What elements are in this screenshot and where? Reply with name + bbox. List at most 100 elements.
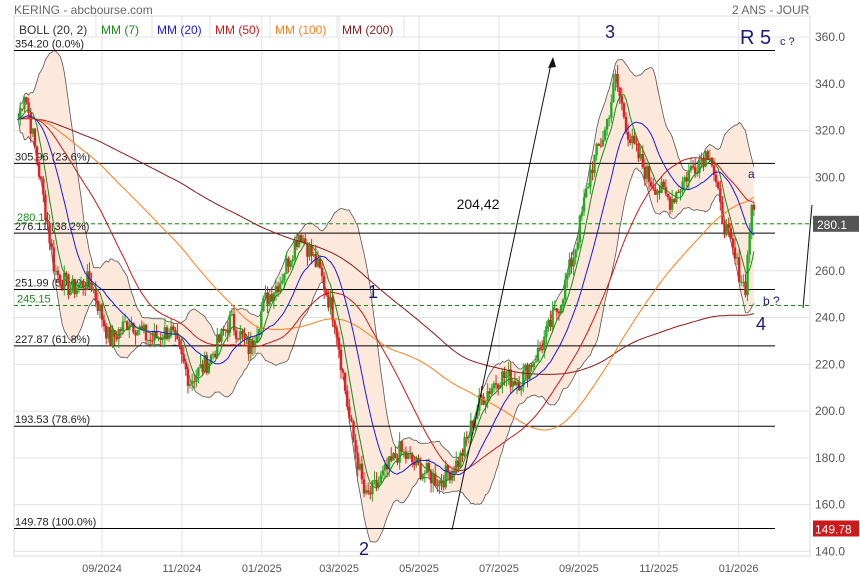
candle-body (216, 334, 219, 358)
candle-body (182, 354, 185, 362)
candle-body (526, 364, 529, 379)
y-tick-label: 300.0 (815, 170, 845, 184)
candle-body (222, 328, 225, 331)
candle-body (283, 273, 286, 281)
candle-body (371, 480, 374, 495)
candle-body (23, 97, 26, 109)
candle-body (232, 313, 236, 331)
candle-body (635, 143, 638, 145)
candle-body (457, 460, 460, 468)
x-tick-label: 11/2025 (639, 563, 678, 575)
candle-body (578, 215, 582, 243)
wave-b-label: b ? (763, 294, 780, 308)
candle-body (270, 294, 273, 301)
candle-body (431, 473, 435, 484)
x-tick-label: 09/2025 (559, 563, 599, 575)
candle-body (700, 159, 703, 161)
fib-label: 227.87 (61.8%) (15, 334, 90, 346)
candle-body (136, 329, 139, 336)
candle-body (21, 108, 24, 110)
candle-body (44, 194, 47, 221)
legend-mm100: MM (100) (275, 23, 327, 37)
candle-body (461, 452, 464, 456)
legend-mm50: MM (50) (215, 23, 260, 37)
candle-body (530, 364, 533, 368)
candle-body (33, 128, 37, 147)
candle-body (239, 330, 242, 340)
candle-body (306, 243, 309, 257)
candle-body (750, 204, 753, 232)
candle-body (683, 177, 686, 182)
candle-body (744, 281, 747, 296)
candle-body (109, 327, 112, 346)
candle-body (123, 321, 127, 323)
candle-body (42, 178, 45, 195)
price-chart[interactable]: 140.0160.0180.0200.0220.0240.0260.0280.0… (0, 0, 860, 580)
candle-body (201, 364, 204, 372)
candle-body (725, 224, 728, 235)
candle-body (348, 406, 351, 418)
candle-body (459, 452, 462, 468)
candle-body (146, 339, 150, 341)
candle-body (549, 319, 552, 327)
candle-body (626, 131, 630, 140)
candle-body (58, 274, 62, 284)
candle-body (679, 190, 682, 193)
candle-body (618, 87, 621, 97)
candle-body (119, 329, 123, 332)
candle-body (735, 257, 739, 259)
candle-body (599, 145, 603, 147)
candle-body (729, 228, 732, 239)
candle-body (748, 231, 751, 255)
candle-body (545, 326, 548, 337)
candle-body (71, 278, 74, 291)
x-tick-label: 07/2025 (479, 563, 519, 575)
candle-body (299, 235, 303, 242)
candle-body (102, 319, 106, 327)
candle-body (731, 238, 735, 248)
candle-body (452, 470, 456, 473)
candle-body (404, 451, 408, 459)
candle-body (714, 174, 718, 183)
candle-body (603, 129, 607, 140)
wave-r5-label: R 5 (740, 27, 771, 49)
candle-body (505, 376, 508, 378)
candle-body (390, 456, 393, 461)
candle-body (358, 463, 362, 470)
candle-body (190, 381, 194, 385)
candle-body (656, 190, 659, 195)
candle-body (243, 334, 246, 339)
candle-body (547, 319, 550, 327)
candle-body (515, 382, 519, 386)
candle-body (262, 297, 265, 312)
candle-body (264, 292, 267, 298)
candle-body (230, 313, 234, 315)
legend-boll: BOLL (20, 2) (19, 23, 88, 37)
candle-body (587, 186, 590, 189)
candle-body (144, 324, 148, 341)
candle-body (574, 249, 577, 258)
candle-body (580, 211, 584, 216)
candle-body (740, 282, 743, 284)
candle-body (281, 280, 284, 284)
candle-body (184, 361, 188, 370)
x-tick-label: 01/2026 (719, 563, 759, 575)
candle-body (752, 204, 756, 210)
y-tick-label: 200.0 (815, 404, 845, 418)
candle-body (387, 456, 391, 469)
candle-body (54, 270, 58, 272)
candle-body (287, 258, 290, 267)
candle-body (134, 332, 137, 336)
x-tick-label: 01/2025 (242, 563, 282, 575)
candle-body (333, 320, 336, 328)
low-price-label: 149.78 (815, 522, 852, 536)
candle-body (628, 139, 632, 143)
candle-body (719, 188, 722, 203)
candle-body (341, 370, 345, 373)
candle-body (469, 420, 473, 436)
candle-body (538, 347, 542, 350)
candle-body (691, 166, 695, 168)
candle-body (293, 240, 297, 260)
candle-body (172, 326, 175, 330)
candle-body (318, 258, 322, 268)
